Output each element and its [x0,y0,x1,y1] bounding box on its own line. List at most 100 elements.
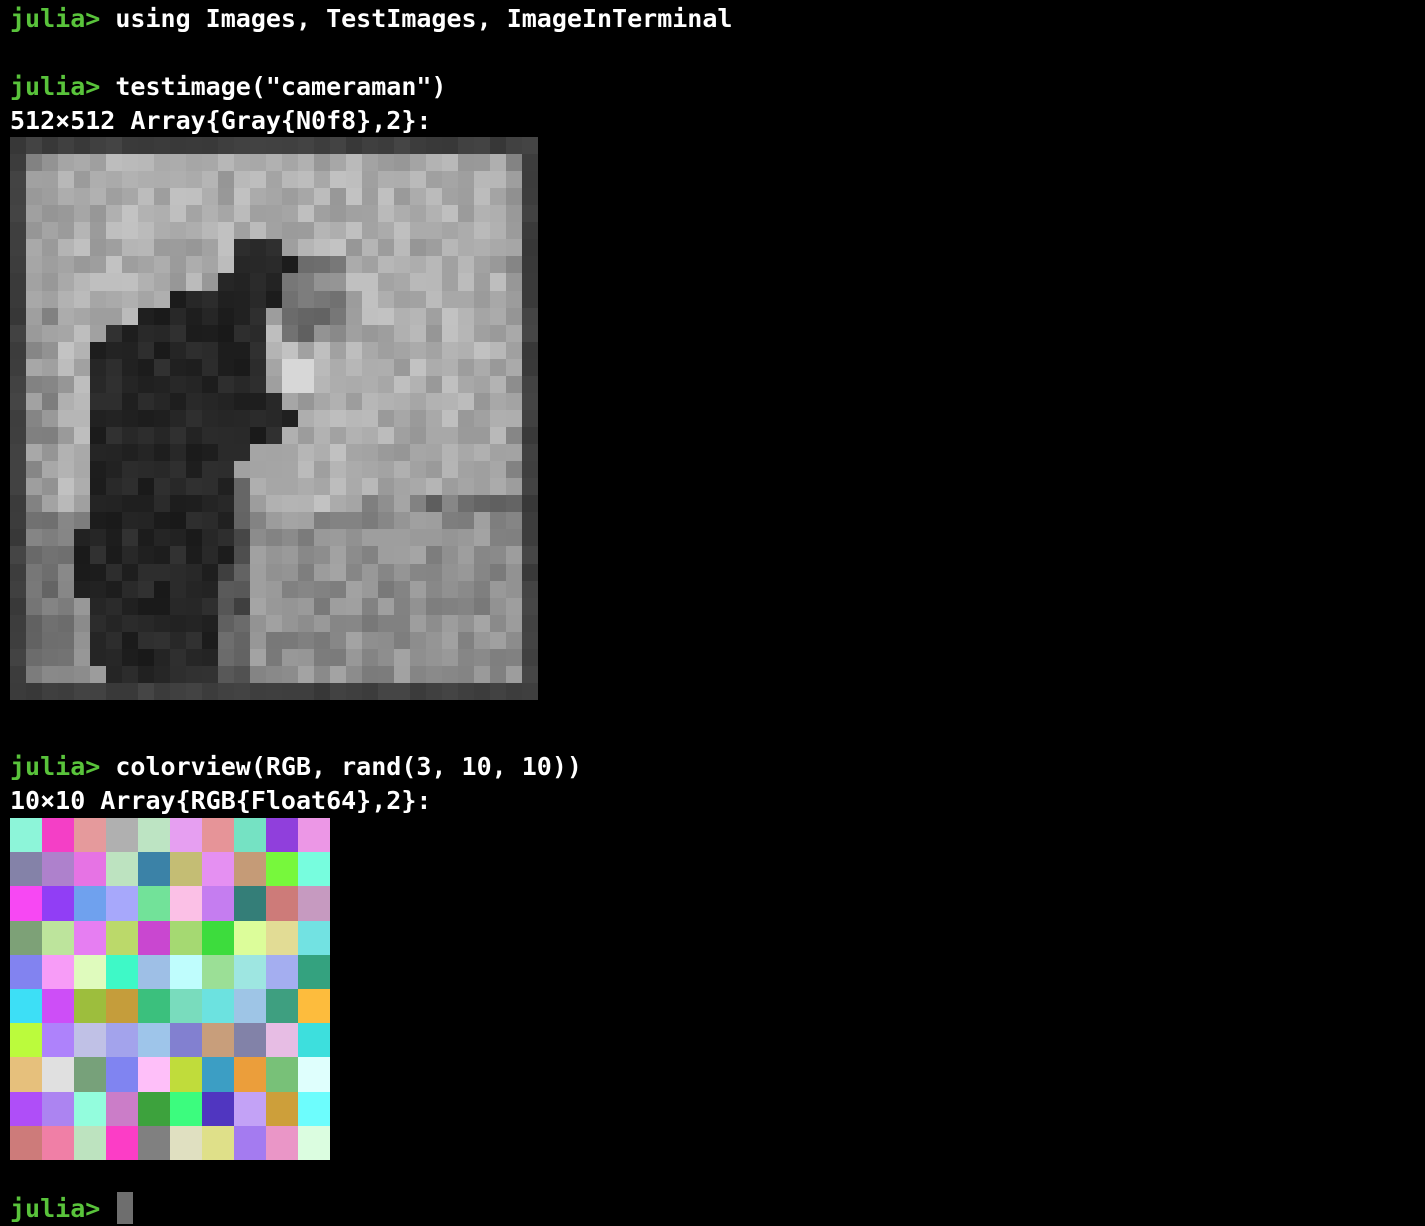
gray-pixel [362,154,378,172]
gray-pixel [250,546,266,564]
gray-pixel [74,375,90,393]
gray-pixel [42,580,58,598]
gray-pixel [202,273,218,291]
color-pixel [106,954,138,989]
gray-pixel [282,529,298,547]
gray-pixel [394,444,410,462]
gray-pixel [90,682,106,700]
gray-pixel [330,580,346,598]
gray-pixel [138,512,154,530]
gray-pixel [266,341,282,359]
gray-pixel [394,137,410,155]
gray-pixel [218,171,234,189]
gray-pixel [298,222,314,240]
gray-pixel [154,444,170,462]
gray-pixel [458,392,474,410]
gray-pixel [394,580,410,598]
gray-pixel [298,324,314,342]
gray-pixel [58,614,74,632]
gray-pixel [138,563,154,581]
gray-pixel [458,239,474,257]
gray-pixel [170,461,186,479]
gray-pixel [26,341,42,359]
gray-pixel [266,256,282,274]
gray-pixel [218,563,234,581]
gray-pixel [394,256,410,274]
gray-pixel [90,427,106,445]
gray-pixel [522,614,538,632]
gray-pixel [362,375,378,393]
gray-pixel [426,375,442,393]
gray-pixel [138,461,154,479]
gray-pixel [138,614,154,632]
gray-pixel [394,341,410,359]
gray-pixel [250,409,266,428]
gray-pixel [410,580,426,598]
color-pixel [170,920,202,955]
gray-pixel [490,171,506,189]
gray-pixel [506,546,522,564]
color-pixel [106,852,138,887]
gray-pixel [202,563,218,581]
gray-pixel [490,273,506,291]
gray-pixel [474,188,490,206]
gray-pixel [426,563,442,581]
gray-pixel [490,580,506,598]
gray-pixel [138,478,154,496]
gray-pixel [362,563,378,581]
gray-pixel [202,205,218,223]
color-pixel [10,886,42,921]
gray-pixel [442,495,458,513]
gray-pixel [282,188,298,206]
gray-pixel [394,665,410,683]
gray-pixel [346,563,362,581]
gray-pixel [426,580,442,598]
gray-pixel [330,273,346,291]
gray-pixel [266,137,282,155]
gray-pixel [58,290,74,308]
gray-pixel [154,512,170,530]
gray-pixel [298,512,314,530]
gray-pixel [42,648,58,666]
gray-pixel [474,137,490,155]
gray-pixel [74,392,90,410]
gray-pixel [522,665,538,683]
gray-pixel [474,341,490,359]
gray-pixel [90,665,106,683]
gray-pixel [218,665,234,683]
gray-pixel [42,290,58,308]
gray-pixel [474,290,490,308]
gray-pixel [314,444,330,462]
gray-pixel [42,154,58,172]
color-pixel [10,1125,42,1160]
gray-pixel [234,648,250,666]
gray-pixel [234,614,250,632]
gray-pixel [266,239,282,257]
gray-pixel [346,239,362,257]
gray-pixel [186,478,202,496]
gray-pixel [426,171,442,189]
gray-pixel [74,358,90,376]
gray-pixel [202,392,218,410]
gray-pixel [490,478,506,496]
gray-pixel [202,188,218,206]
gray-pixel [314,358,330,376]
gray-pixel [26,154,42,172]
gray-pixel [314,171,330,189]
gray-pixel [330,546,346,564]
gray-pixel [170,648,186,666]
current-prompt-line[interactable]: julia> [10,1192,134,1226]
gray-pixel [58,256,74,274]
gray-pixel [474,614,490,632]
gray-pixel [234,358,250,376]
gray-pixel [202,478,218,496]
gray-pixel [106,529,122,547]
gray-pixel [330,154,346,172]
gray-pixel [282,580,298,598]
gray-pixel [186,631,202,649]
gray-pixel [314,546,330,564]
gray-pixel [234,546,250,564]
gray-pixel [330,648,346,666]
gray-pixel [58,512,74,530]
gray-pixel [266,171,282,189]
